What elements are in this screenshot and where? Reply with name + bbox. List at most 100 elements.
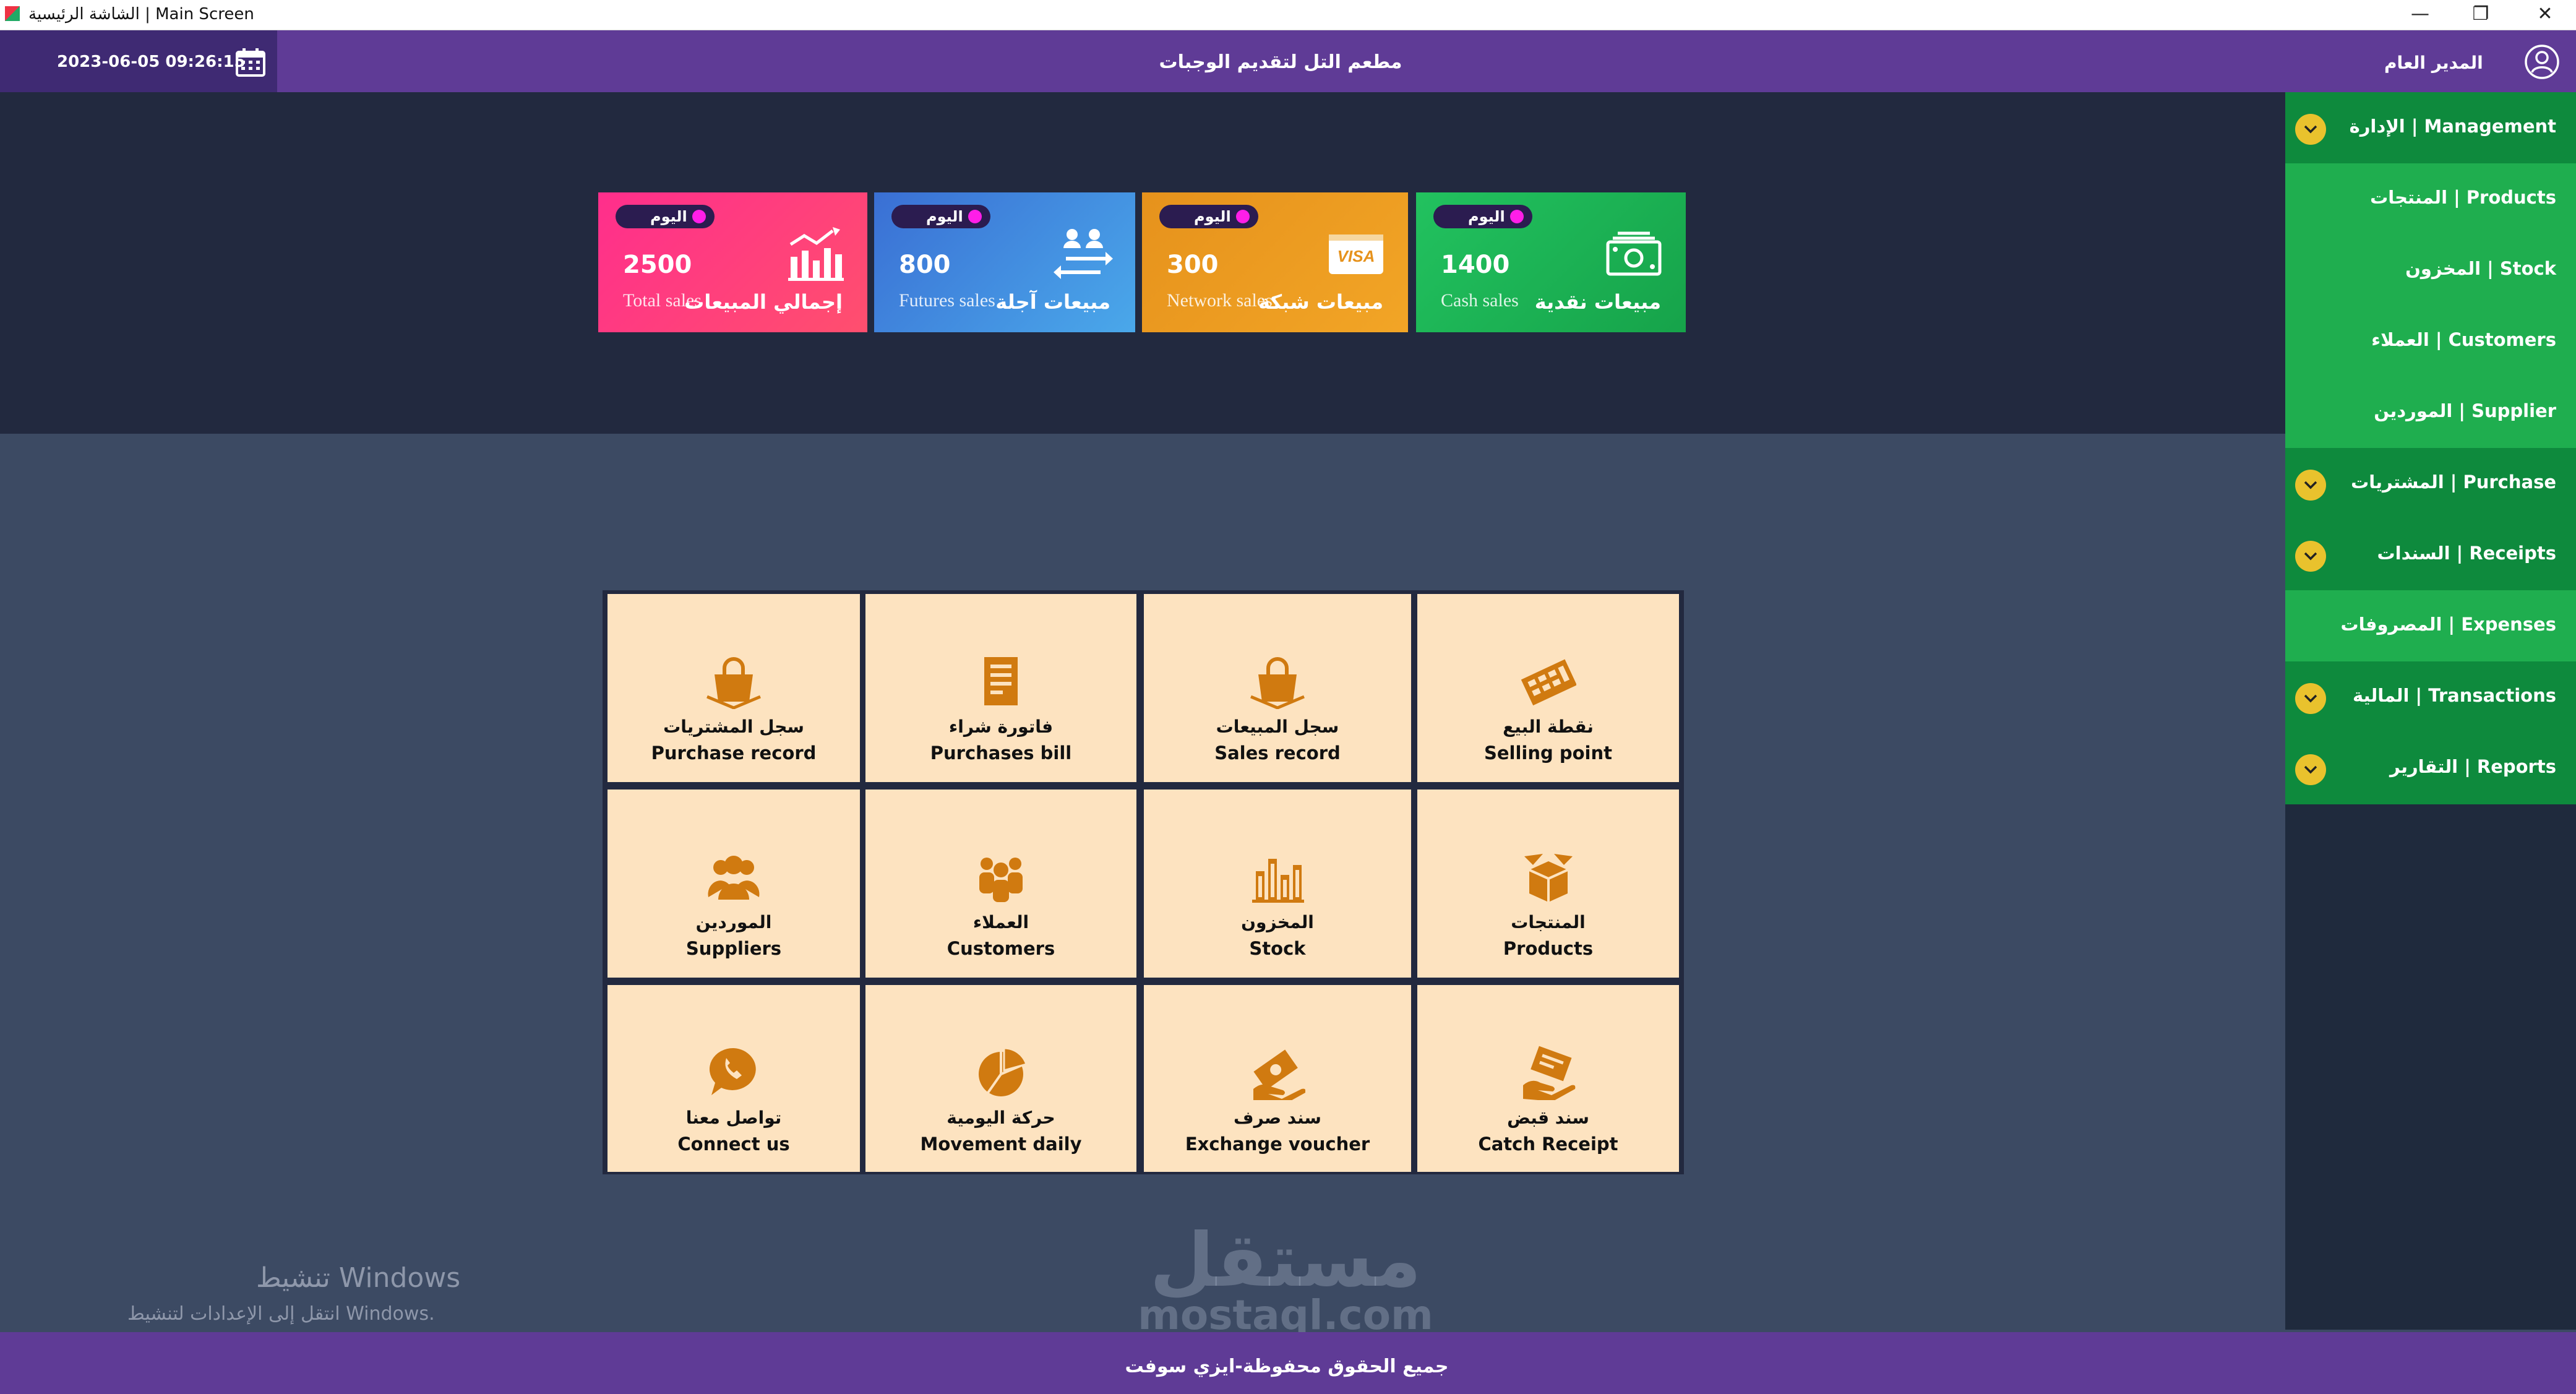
mostaql-watermark: مستقل mostaql.com xyxy=(1138,1224,1433,1335)
tile-label-en: Stock xyxy=(1249,938,1306,959)
calendar-icon[interactable] xyxy=(235,48,266,77)
tile-suppliers[interactable]: الموردين Suppliers xyxy=(608,790,860,978)
stat-card-total-sales[interactable]: اليوم 2500 Total sales إجمالي المبيعات xyxy=(598,192,867,332)
tile-label-ar: سند صرف xyxy=(1234,1108,1321,1128)
tile-label-ar: العملاء xyxy=(972,912,1029,932)
sidebar-item-label: المشتريات | Purchase xyxy=(2351,471,2556,493)
tile-connect-us[interactable]: تواصل معنا Connect us xyxy=(608,985,860,1172)
tile-stock[interactable]: المخزون Stock xyxy=(1144,790,1411,978)
badge-label: اليوم xyxy=(926,208,963,225)
sidebar-item-management[interactable]: الإدارة | Management xyxy=(2285,92,2576,164)
money-hand-icon xyxy=(1144,1044,1411,1105)
current-datetime: 2023-06-05 09:26:15 xyxy=(57,53,246,71)
sidebar-item-reports[interactable]: التقارير | Reports xyxy=(2285,733,2576,804)
badge-label: اليوم xyxy=(650,208,687,225)
stat-card-network-sales[interactable]: اليوم 300 Network sales مبيعات شبكة VISA xyxy=(1142,192,1408,332)
tile-purchases-bill[interactable]: فاتورة شراء Purchases bill xyxy=(865,594,1136,782)
tile-label-en: Customers xyxy=(947,938,1055,959)
stat-card-cash-sales[interactable]: اليوم 1400 Cash sales مبيعات نقدية xyxy=(1416,192,1686,332)
sidebar-item-label: المخزون | Stock xyxy=(2405,258,2556,279)
chevron-down-icon[interactable] xyxy=(2295,683,2326,714)
close-button[interactable]: ✕ xyxy=(2515,0,2575,30)
sidebar-item-expenses[interactable]: المصروفات | Expenses xyxy=(2285,590,2576,662)
sidebar-item-label: المنتجات | Products xyxy=(2370,187,2556,208)
stat-label-ar: مبيعات شبكة xyxy=(1258,290,1383,314)
today-badge: اليوم xyxy=(891,205,990,228)
tile-movement-daily[interactable]: حركة اليومية Movement daily xyxy=(865,985,1136,1172)
chevron-down-icon[interactable] xyxy=(2295,114,2326,145)
tile-label-ar: سند قبض xyxy=(1507,1108,1589,1128)
cash-register-icon xyxy=(1417,653,1679,709)
sidebar-item-label: السندات | Receipts xyxy=(2377,543,2556,564)
footer-copyright: جميع الحقوق محفوظة-ايزي سوفت xyxy=(1125,1356,1449,1377)
main-menu-grid: سجل المشتريات Purchase record فاتورة شراء P… xyxy=(603,590,1684,1174)
tile-selling-point[interactable]: نقطة البيع Selling point xyxy=(1417,594,1679,782)
tile-label-en: Purchases bill xyxy=(930,742,1072,764)
tile-label-ar: حركة اليومية xyxy=(947,1108,1055,1128)
badge-dot xyxy=(1510,210,1524,223)
app-icon xyxy=(5,6,20,21)
sidebar-item-receipts[interactable]: السندات | Receipts xyxy=(2285,519,2576,591)
stat-value: 800 xyxy=(899,251,951,279)
customers-icon xyxy=(865,849,1136,905)
chevron-down-icon[interactable] xyxy=(2295,754,2326,785)
window-title: الشاشة الرئيسية | Main Screen xyxy=(28,5,254,24)
phone-chat-icon xyxy=(608,1044,860,1100)
today-badge: اليوم xyxy=(1433,205,1532,228)
tile-label-en: Catch Receipt xyxy=(1478,1134,1618,1155)
tile-catch-receipt[interactable]: سند قبض Catch Receipt xyxy=(1417,985,1679,1172)
tile-label-ar: الموردين xyxy=(695,912,772,932)
tile-exchange-voucher[interactable]: سند صرف Exchange voucher xyxy=(1144,985,1411,1172)
tile-sales-record[interactable]: سجل المبيعات Sales record xyxy=(1144,594,1411,782)
today-badge: اليوم xyxy=(1159,205,1258,228)
sidebar-item-supplier[interactable]: الموردين | Supplier xyxy=(2285,377,2576,449)
invoice-icon xyxy=(865,653,1136,709)
sidebar-item-products[interactable]: المنتجات | Products xyxy=(2285,163,2576,235)
tile-label-en: Purchase record xyxy=(651,742,817,764)
stat-value: 1400 xyxy=(1441,251,1510,279)
tile-label-ar: المنتجات xyxy=(1511,912,1586,932)
stat-card-futures-sales[interactable]: اليوم 800 Futures sales مبيعات آجلة xyxy=(874,192,1135,332)
minimize-button[interactable]: — xyxy=(2390,0,2450,30)
datetime-panel: 2023-06-05 09:26:15 xyxy=(0,30,277,92)
sidebar-item-label: الموردين | Supplier xyxy=(2374,400,2556,421)
shopping-bag-icon xyxy=(1144,653,1411,710)
tile-label-ar: المخزون xyxy=(1241,912,1314,932)
tile-label-ar: سجل المشتريات xyxy=(663,716,804,737)
tile-customers[interactable]: العملاء Customers xyxy=(865,790,1136,978)
visa-text: VISA xyxy=(1337,247,1375,265)
stat-label-en: Futures sales xyxy=(899,290,995,311)
tile-label-ar: تواصل معنا xyxy=(685,1108,782,1128)
tile-products[interactable]: المنتجات Products xyxy=(1417,790,1679,978)
pie-chart-icon xyxy=(865,1044,1136,1100)
user-avatar-icon[interactable] xyxy=(2524,44,2560,80)
user-role: المدير العام xyxy=(2384,53,2483,73)
sidebar-item-purchase[interactable]: المشتريات | Purchase xyxy=(2285,448,2576,520)
restaurant-name: مطعم التل لتقديم الوجبات xyxy=(1159,51,1402,73)
badge-dot xyxy=(692,210,706,223)
sidebar-item-stock[interactable]: المخزون | Stock xyxy=(2285,234,2576,306)
stat-label-en: Cash sales xyxy=(1441,290,1519,311)
tile-label-en: Movement daily xyxy=(920,1134,1082,1155)
badge-label: اليوم xyxy=(1468,208,1505,225)
tile-purchase-record[interactable]: سجل المشتريات Purchase record xyxy=(608,594,860,782)
chevron-down-icon[interactable] xyxy=(2295,541,2326,572)
tile-label-ar: سجل المبيعات xyxy=(1216,716,1339,737)
app-footer: جميع الحقوق محفوظة-ايزي سوفت xyxy=(0,1332,2576,1394)
chevron-down-icon[interactable] xyxy=(2295,470,2326,501)
tile-label-en: Products xyxy=(1503,938,1594,959)
today-badge: اليوم xyxy=(616,205,715,228)
stat-label-ar: مبيعات آجلة xyxy=(995,290,1110,314)
windows-activation-subtitle: انتقل إلى الإعدادات لتنشيط Windows. xyxy=(127,1303,435,1325)
tile-label-ar: نقطة البيع xyxy=(1503,716,1594,737)
tile-label-en: Selling point xyxy=(1483,742,1612,764)
shopping-bag-icon xyxy=(608,653,860,710)
tile-label-en: Exchange voucher xyxy=(1185,1134,1370,1155)
sidebar-item-transactions[interactable]: المالية | Transactions xyxy=(2285,661,2576,733)
sidebar-item-customers[interactable]: العملاء | Customers xyxy=(2285,306,2576,377)
window-titlebar: الشاشة الرئيسية | Main Screen — ❐ ✕ xyxy=(0,0,2576,30)
user-panel: المدير العام xyxy=(2285,30,2576,92)
restore-button[interactable]: ❐ xyxy=(2451,0,2510,30)
suppliers-icon xyxy=(608,849,860,905)
tile-label-en: Sales record xyxy=(1214,742,1341,764)
